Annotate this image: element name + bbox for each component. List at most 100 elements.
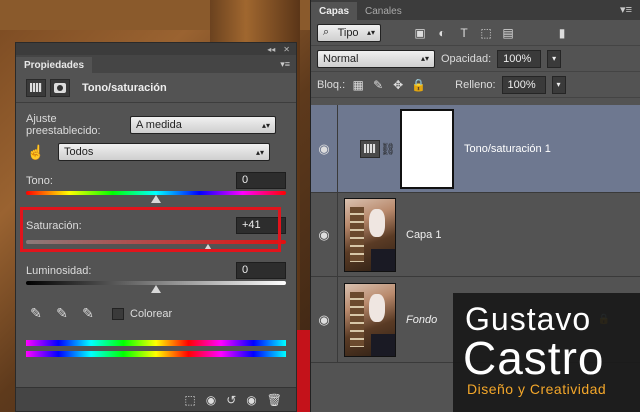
text-filter-icon[interactable]: T <box>457 26 471 40</box>
layers-tabbar: Capas Canales ▾≡ <box>311 0 640 20</box>
adjustment-icon-button[interactable] <box>26 78 46 97</box>
eyedropper-icon[interactable]: ✎ <box>26 305 46 322</box>
opacity-value: 100% <box>503 52 532 65</box>
collapse-icon[interactable]: ◂◂ <box>267 45 275 54</box>
properties-panel: ◂◂ ✕ Propiedades ▾≡ Tono/saturación Ajus… <box>15 42 297 412</box>
layer-mask-thumbnail[interactable] <box>400 108 454 189</box>
filter-toggle-icon[interactable]: ▮ <box>555 26 569 40</box>
trash-icon[interactable]: 🗑 <box>267 393 282 407</box>
layer-row-capa1[interactable]: ◉ Capa 1 <box>311 193 640 277</box>
image-filter-icon[interactable]: ▣ <box>413 26 427 40</box>
blend-mode-value: Normal <box>323 52 359 65</box>
reset-icon[interactable]: ↺ <box>226 393 236 407</box>
adjustment-header: Tono/saturación <box>16 73 296 103</box>
tab-channels[interactable]: Canales <box>357 2 410 20</box>
channel-value: Todos <box>64 146 94 158</box>
layer-row-adjustment[interactable]: ◉ ⛓ Tono/saturación 1 <box>311 105 640 193</box>
clip-to-layer-icon[interactable]: ⬚ <box>184 393 195 407</box>
lock-row: Bloq.: ▦ ✎ ✥ 🔒 Relleno: 100% ▾ <box>311 72 640 98</box>
lightness-field[interactable]: 0 <box>236 262 286 279</box>
lightness-slider-thumb[interactable] <box>151 285 161 293</box>
tab-layers[interactable]: Capas <box>311 2 358 20</box>
layer-name[interactable]: Fondo <box>406 314 437 326</box>
lock-paint-icon[interactable]: ✎ <box>371 78 385 92</box>
hue-sat-layer-icon <box>360 139 380 158</box>
hue-slider-thumb[interactable] <box>151 195 161 203</box>
blend-row: Normal ▴▾ Opacidad: 100% ▾ <box>311 46 640 72</box>
hue-slider-track[interactable] <box>26 191 286 203</box>
layer-separator <box>337 105 338 192</box>
hue-field[interactable]: 0 <box>236 172 286 189</box>
opacity-field[interactable]: 100% <box>497 49 542 68</box>
preset-row: Ajuste preestablecido: A medida ▴▾ <box>16 113 296 137</box>
stepper-arrows-icon: ▴▾ <box>261 120 270 130</box>
watermark-line3: Diseño y Creatividad <box>467 381 607 397</box>
channel-select[interactable]: Todos ▴▾ <box>58 143 270 161</box>
opacity-label: Opacidad: <box>441 52 492 65</box>
color-range-bar-top <box>26 340 286 346</box>
channel-row: ☝ Todos ▴▾ <box>16 143 296 161</box>
visibility-eye-icon[interactable]: ◉ <box>311 227 337 243</box>
eyedropper-minus-icon[interactable]: ✎ <box>78 305 98 322</box>
search-icon: ⌕ <box>323 26 330 38</box>
color-range-bar-bottom <box>26 351 286 357</box>
hue-label: Tono: <box>26 174 53 187</box>
layer-name[interactable]: Capa 1 <box>406 229 441 241</box>
stepper-arrows-icon: ▴▾ <box>255 147 264 157</box>
visibility-icon[interactable]: ◉ <box>246 393 256 407</box>
adjustment-filter-icon[interactable]: ◐ <box>435 26 449 40</box>
hue-sat-icon <box>30 83 42 92</box>
visibility-eye-icon[interactable]: ◉ <box>311 312 337 328</box>
layer-thumbnail[interactable] <box>344 197 396 272</box>
colorize-checkbox[interactable] <box>112 307 124 320</box>
view-previous-icon[interactable]: ◉ <box>206 393 216 407</box>
hand-target-icon[interactable]: ☝ <box>26 144 46 161</box>
lock-position-icon[interactable]: ✥ <box>391 78 405 92</box>
lightness-label: Luminosidad: <box>26 264 92 277</box>
close-icon[interactable]: ✕ <box>283 45 290 54</box>
preset-value: A medida <box>136 119 182 131</box>
lock-all-icon[interactable]: 🔒 <box>411 78 426 92</box>
tab-properties[interactable]: Propiedades <box>16 57 93 73</box>
hue-row: Tono: 0 <box>16 172 296 189</box>
filter-row: ⌕ Tipo ▴▾ ▣ ◐ T ⬚ ▤ ▮ <box>311 20 640 46</box>
shape-filter-icon[interactable]: ⬚ <box>479 26 493 40</box>
fill-dropdown-icon[interactable]: ▾ <box>551 75 566 94</box>
colorize-label: Colorear <box>130 307 173 320</box>
opacity-dropdown-icon[interactable]: ▾ <box>547 49 562 68</box>
watermark-line2: Castro <box>463 332 605 384</box>
visibility-eye-icon[interactable]: ◉ <box>311 141 337 157</box>
eyedropper-row: ✎ ✎ ✎ Colorear <box>16 305 296 322</box>
adjustment-title: Tono/saturación <box>82 81 167 94</box>
fill-field[interactable]: 100% <box>501 75 546 94</box>
hue-sat-icon <box>364 144 376 153</box>
layer-name[interactable]: Tono/saturación 1 <box>464 143 551 155</box>
stepper-arrows-icon: ▴▾ <box>420 54 429 63</box>
eyedropper-plus-icon[interactable]: ✎ <box>52 305 72 322</box>
properties-footer: ⬚ ◉ ↺ ◉ 🗑 <box>16 387 296 411</box>
stepper-arrows-icon: ▴▾ <box>366 28 375 37</box>
panel-menu-icon[interactable]: ▾≡ <box>280 59 290 70</box>
panel-menu-icon[interactable]: ▾≡ <box>620 3 632 16</box>
fill-label: Relleno: <box>455 78 496 91</box>
smart-object-filter-icon[interactable]: ▤ <box>501 26 515 40</box>
blend-mode-select[interactable]: Normal ▴▾ <box>317 49 435 68</box>
fill-value: 100% <box>507 78 536 91</box>
preset-select[interactable]: A medida ▴▾ <box>130 116 276 134</box>
lightness-slider-track[interactable] <box>26 281 286 293</box>
panel-topbar: ◂◂ ✕ <box>16 43 296 55</box>
layer-thumbnail[interactable] <box>344 282 396 357</box>
saturation-highlight-box <box>20 207 281 252</box>
chain-link-icon[interactable]: ⛓ <box>380 142 396 156</box>
mask-icon-button[interactable] <box>50 78 70 97</box>
filter-value: Tipo <box>337 26 359 39</box>
lightness-row: Luminosidad: 0 <box>16 262 296 279</box>
watermark: Gustavo Castro Diseño y Creatividad <box>453 293 640 412</box>
layer-separator <box>337 277 338 362</box>
properties-tabbar: Propiedades ▾≡ <box>16 55 296 73</box>
lock-transparency-icon[interactable]: ▦ <box>351 78 365 92</box>
preset-label: Ajuste preestablecido: <box>26 113 101 137</box>
layer-separator <box>337 193 338 276</box>
lock-label: Bloq.: <box>317 78 346 91</box>
filter-select[interactable]: ⌕ Tipo ▴▾ <box>317 23 381 42</box>
